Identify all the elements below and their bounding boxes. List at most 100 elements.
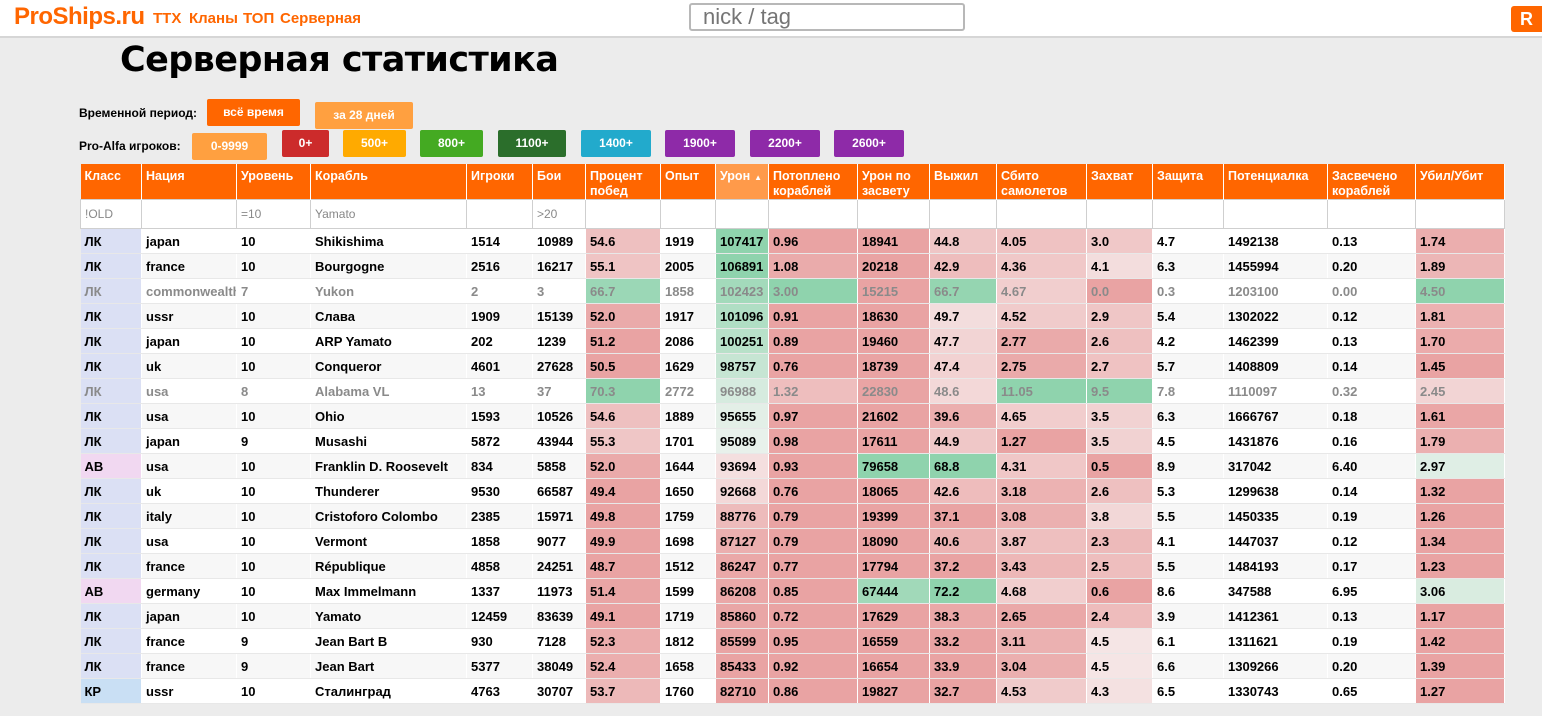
table-row[interactable]: ЛК france 10 Bourgogne 2516 16217 55.1 2005 1068… (80, 253, 1505, 279)
filter-input-defense[interactable] (1153, 201, 1223, 227)
column-header-damage[interactable]: Урон ▲ (715, 164, 769, 200)
filter-input-tier[interactable] (237, 201, 310, 227)
cell-potential: 1462399 (1223, 328, 1328, 354)
pro-filter-0-button[interactable]: 0+ (282, 130, 329, 157)
corner-button[interactable]: R (1511, 6, 1542, 32)
filter-input-frags[interactable] (769, 201, 857, 227)
site-logo[interactable]: ProShips.ru (14, 3, 145, 31)
cell-exp: 1919 (660, 228, 716, 254)
filter-input-planes[interactable] (997, 201, 1086, 227)
table-row[interactable]: ЛК france 9 Jean Bart B 930 7128 52.3 1812 85599… (80, 628, 1505, 654)
pro-filter-1900-button[interactable]: 1900+ (665, 130, 735, 157)
nav-link-clans[interactable]: Кланы (189, 10, 238, 27)
pro-filter-1100-button[interactable]: 1100+ (498, 130, 566, 157)
cell-ship[interactable]: République (310, 553, 467, 579)
nav-link-top[interactable]: ТОП (243, 10, 274, 27)
filter-input-class[interactable] (81, 201, 141, 227)
filter-input-battles[interactable] (533, 201, 585, 227)
cell-ship[interactable]: Franklin D. Roosevelt (310, 453, 467, 479)
filter-input-spotted[interactable] (1328, 201, 1415, 227)
cell-exp: 1701 (660, 428, 716, 454)
column-header-survived[interactable]: Выжил (929, 164, 997, 200)
cell-potential: 1302022 (1223, 303, 1328, 329)
nav-link-ttx[interactable]: ТТХ (153, 10, 181, 27)
filter-input-exp[interactable] (661, 201, 715, 227)
period-all-time-button[interactable]: всё время (207, 99, 300, 126)
cell-ship[interactable]: Jean Bart (310, 653, 467, 679)
cell-ship[interactable]: Слава (310, 303, 467, 329)
table-row[interactable]: ЛК japan 10 ARP Yamato 202 1239 51.2 2086 100251… (80, 328, 1505, 354)
cell-damage: 95655 (715, 403, 769, 429)
column-header-tier[interactable]: Уровень (236, 164, 311, 200)
column-header-potential[interactable]: Потенциалка (1223, 164, 1328, 200)
table-row[interactable]: ЛК ussr 10 Слава 1909 15139 52.0 1917 101096 0.91… (80, 303, 1505, 329)
cell-ship[interactable]: Cristoforo Colombo (310, 503, 467, 529)
table-row[interactable]: ЛК japan 10 Yamato 12459 83639 49.1 1719 85860 0.… (80, 603, 1505, 629)
cell-ship[interactable]: ARP Yamato (310, 328, 467, 354)
filter-input-winrate[interactable] (586, 201, 660, 227)
table-row[interactable]: ЛК commonwealth 7 Yukon 2 3 66.7 1858 102423 3.00… (80, 278, 1505, 304)
table-row[interactable]: КР ussr 10 Сталинград 4763 30707 53.7 1760 82710… (80, 678, 1505, 704)
pro-filter-800-button[interactable]: 800+ (420, 130, 483, 157)
cell-exp: 1812 (660, 628, 716, 654)
table-row[interactable]: ЛК france 9 Jean Bart 5377 38049 52.4 1658 85433… (80, 653, 1505, 679)
table-row[interactable]: ЛК japan 9 Musashi 5872 43944 55.3 1701 95089 0.9… (80, 428, 1505, 454)
column-header-defense[interactable]: Защита (1152, 164, 1224, 200)
pro-filter-1400-button[interactable]: 1400+ (581, 130, 651, 157)
search-input[interactable] (689, 3, 965, 31)
cell-ship[interactable]: Vermont (310, 528, 467, 554)
column-header-kd[interactable]: Убил/Убит (1415, 164, 1505, 200)
cell-ship[interactable]: Thunderer (310, 478, 467, 504)
filter-input-survived[interactable] (930, 201, 996, 227)
table-row[interactable]: ЛК usa 10 Vermont 1858 9077 49.9 1698 87127 0.79 1… (80, 528, 1505, 554)
pro-filter-2600-button[interactable]: 2600+ (834, 130, 904, 157)
cell-damage: 85599 (715, 628, 769, 654)
table-row[interactable]: АВ germany 10 Max Immelmann 1337 11973 51.4 159… (80, 578, 1505, 604)
table-row[interactable]: ЛК france 10 République 4858 24251 48.7 1512 862… (80, 553, 1505, 579)
filter-input-potential[interactable] (1224, 201, 1327, 227)
table-row[interactable]: ЛК usa 8 Alabama VL 13 37 70.3 2772 96988 1.32 228… (80, 378, 1505, 404)
nav-link-server[interactable]: Серверная (280, 10, 361, 27)
column-header-planes[interactable]: Сбито самолетов (996, 164, 1087, 200)
cell-exp: 1698 (660, 528, 716, 554)
table-row[interactable]: ЛК usa 10 Ohio 1593 10526 54.6 1889 95655 0.97 216… (80, 403, 1505, 429)
cell-ship[interactable]: Max Immelmann (310, 578, 467, 604)
column-header-exp[interactable]: Опыт (660, 164, 716, 200)
cell-ship[interactable]: Ohio (310, 403, 467, 429)
table-row[interactable]: ЛК uk 10 Thunderer 9530 66587 49.4 1650 92668 0.7… (80, 478, 1505, 504)
pro-filter-2200-button[interactable]: 2200+ (750, 130, 820, 157)
column-header-winrate[interactable]: Процент побед (585, 164, 661, 200)
pro-filter-500-button[interactable]: 500+ (343, 130, 406, 157)
filter-input-kd[interactable] (1416, 201, 1504, 227)
period-28-days-button[interactable]: за 28 дней (315, 102, 413, 129)
cell-ship[interactable]: Bourgogne (310, 253, 467, 279)
table-row[interactable]: ЛК japan 10 Shikishima 1514 10989 54.6 1919 1074… (80, 228, 1505, 254)
column-header-nation[interactable]: Нация (141, 164, 237, 200)
filter-input-players[interactable] (467, 201, 532, 227)
column-header-capture[interactable]: Захват (1086, 164, 1153, 200)
cell-ship[interactable]: Сталинград (310, 678, 467, 704)
cell-ship[interactable]: Shikishima (310, 228, 467, 254)
column-header-class[interactable]: Класс (80, 164, 142, 200)
table-row[interactable]: ЛК uk 10 Conqueror 4601 27628 50.5 1629 98757 0.7… (80, 353, 1505, 379)
filter-input-ship[interactable] (311, 201, 466, 227)
cell-ship[interactable]: Yukon (310, 278, 467, 304)
filter-input-damage[interactable] (716, 201, 768, 227)
filter-input-spot-damage[interactable] (858, 201, 929, 227)
filter-input-capture[interactable] (1087, 201, 1152, 227)
table-row[interactable]: АВ usa 10 Franklin D. Roosevelt 834 5858 52.0 1… (80, 453, 1505, 479)
column-header-ship[interactable]: Корабль (310, 164, 467, 200)
cell-ship[interactable]: Conqueror (310, 353, 467, 379)
filter-input-nation[interactable] (142, 201, 236, 227)
column-header-battles[interactable]: Бои (532, 164, 586, 200)
column-header-spot-damage[interactable]: Урон по засвету (857, 164, 930, 200)
table-row[interactable]: ЛК italy 10 Cristoforo Colombo 2385 15971 49.8… (80, 503, 1505, 529)
column-header-frags[interactable]: Потоплено кораблей (768, 164, 858, 200)
cell-ship[interactable]: Yamato (310, 603, 467, 629)
pro-filter-0-9999-button[interactable]: 0-9999 (192, 133, 267, 160)
cell-ship[interactable]: Alabama VL (310, 378, 467, 404)
column-header-spotted[interactable]: Засвечено кораблей (1327, 164, 1416, 200)
column-header-players[interactable]: Игроки (466, 164, 533, 200)
cell-ship[interactable]: Jean Bart B (310, 628, 467, 654)
cell-ship[interactable]: Musashi (310, 428, 467, 454)
